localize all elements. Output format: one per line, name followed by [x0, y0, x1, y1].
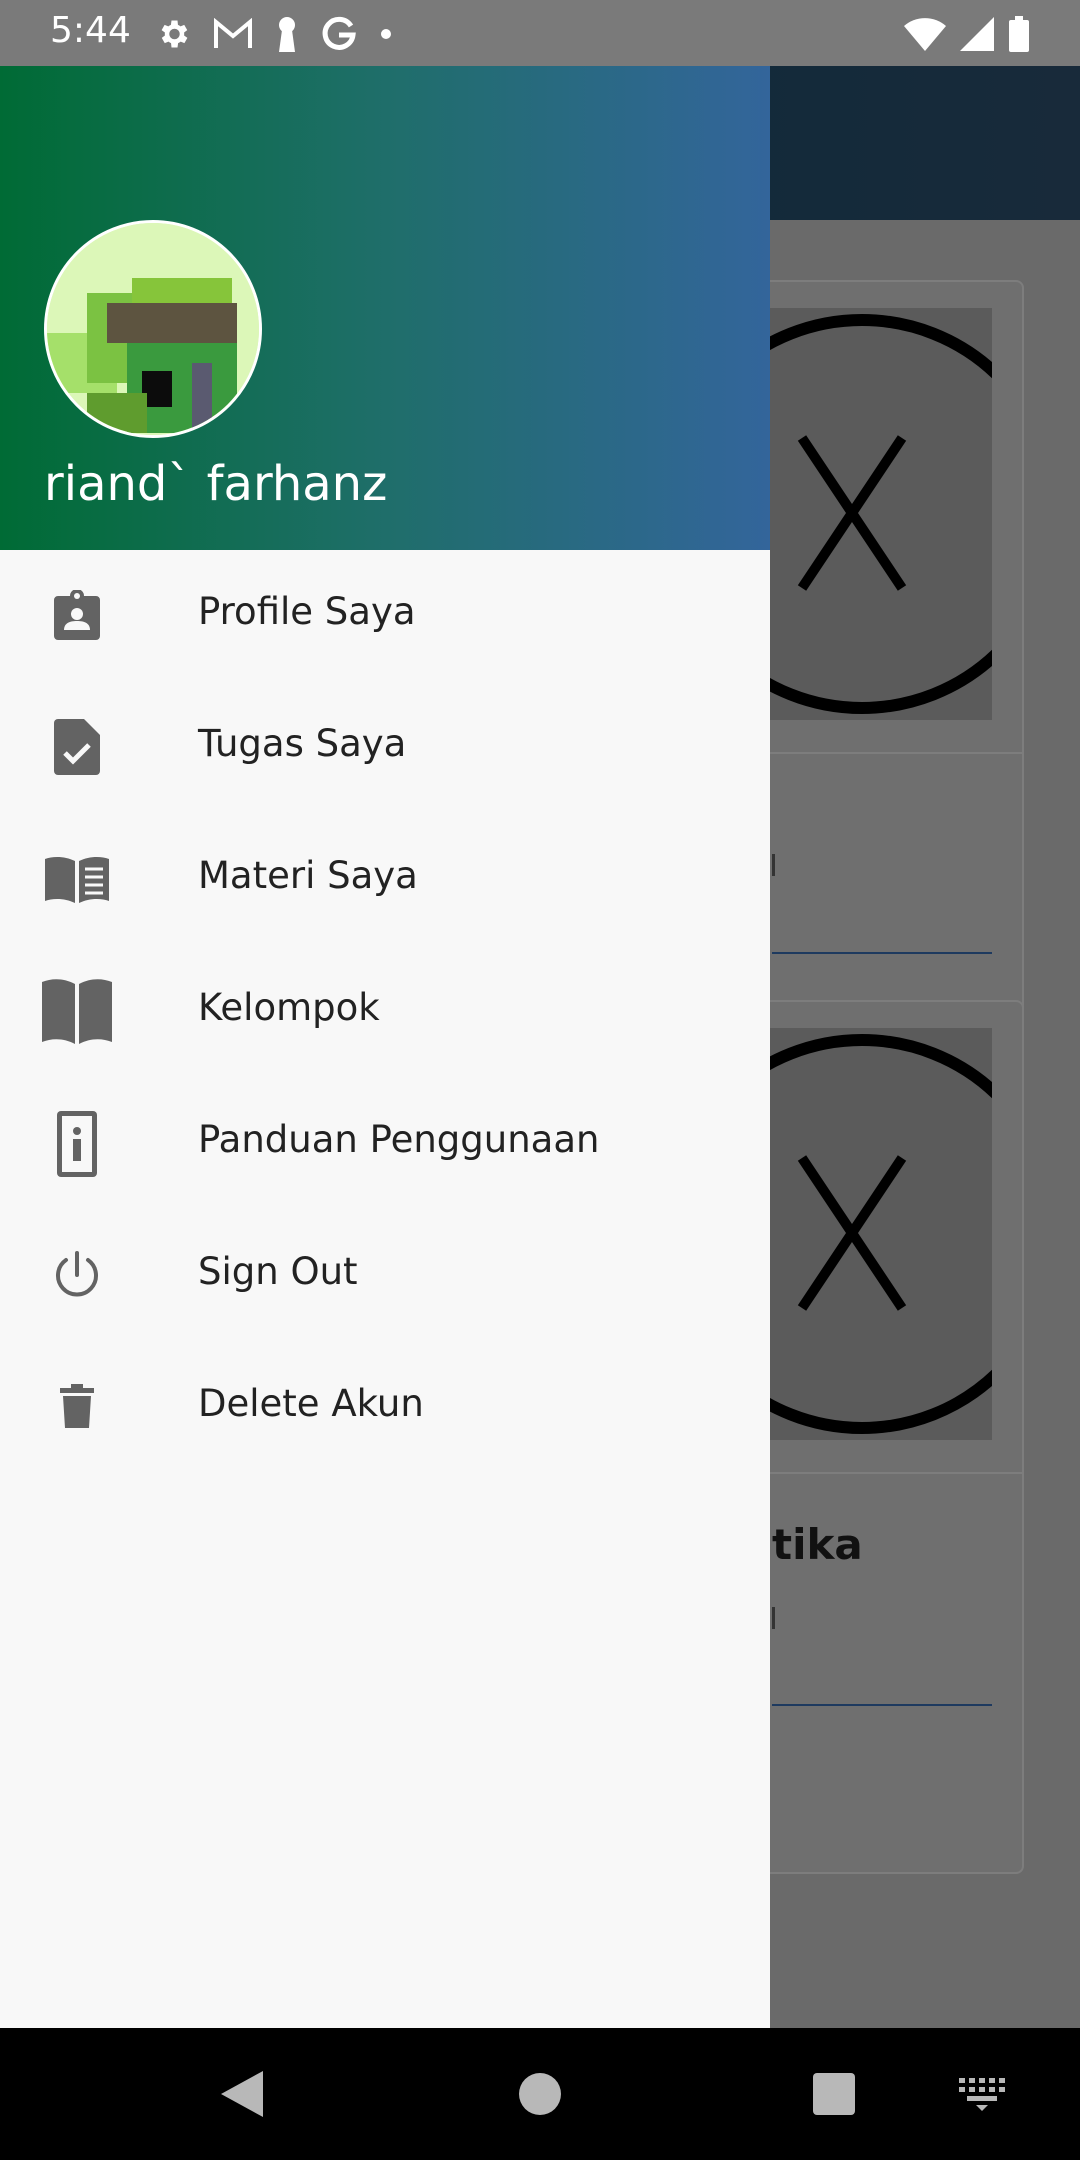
- status-icons-right: [904, 14, 1030, 54]
- google-icon: [321, 16, 357, 52]
- menu-item-kelompok[interactable]: Kelompok: [0, 946, 770, 1078]
- recents-icon[interactable]: [798, 2058, 870, 2130]
- gmail-icon: [213, 18, 253, 50]
- menu-label: Profile Saya: [198, 590, 416, 633]
- menu-item-sign-out[interactable]: Sign Out: [0, 1210, 770, 1342]
- navigation-drawer: riand` farhanz Profile Saya Tugas Saya M…: [0, 66, 770, 2028]
- avatar[interactable]: [44, 220, 262, 438]
- signal-icon: [960, 17, 994, 51]
- menu-label: Kelompok: [198, 986, 380, 1029]
- system-nav-bar: [0, 2028, 1080, 2160]
- home-icon[interactable]: [504, 2058, 576, 2130]
- menu-label: Delete Akun: [198, 1382, 424, 1425]
- menu-label: Tugas Saya: [198, 722, 407, 765]
- background-card-title: tika: [772, 1520, 863, 1569]
- status-time: 5:44: [50, 10, 131, 51]
- drawer-header: riand` farhanz: [0, 66, 770, 550]
- status-bar: 5:44: [0, 0, 1080, 66]
- dot-icon: [379, 27, 393, 41]
- menu-item-materi-saya[interactable]: Materi Saya: [0, 814, 770, 946]
- profile-badge-icon: [44, 582, 110, 648]
- user-name: riand` farhanz: [44, 456, 388, 512]
- keyhole-icon: [275, 16, 299, 52]
- book-open-icon: [42, 976, 112, 1046]
- task-document-icon: [44, 714, 110, 780]
- keyboard-icon[interactable]: [946, 2058, 1018, 2130]
- status-icons-left: [155, 14, 393, 54]
- menu-label: Materi Saya: [198, 854, 418, 897]
- back-icon[interactable]: [208, 2058, 280, 2130]
- menu-item-profile-saya[interactable]: Profile Saya: [0, 550, 770, 682]
- x-mark-icon: [797, 435, 907, 591]
- power-icon: [44, 1242, 110, 1308]
- info-document-icon: [44, 1104, 110, 1184]
- wifi-icon: [904, 17, 946, 51]
- x-mark-icon: [797, 1155, 907, 1311]
- open-book-lines-icon: [44, 846, 110, 912]
- menu-item-delete-akun[interactable]: Delete Akun: [0, 1342, 770, 1474]
- menu-item-panduan-penggunaan[interactable]: Panduan Penggunaan: [0, 1078, 770, 1210]
- menu-label: Panduan Penggunaan: [198, 1118, 600, 1161]
- gear-icon: [155, 16, 191, 52]
- battery-icon: [1008, 16, 1030, 52]
- trash-icon: [44, 1374, 110, 1440]
- menu-label: Sign Out: [198, 1250, 358, 1293]
- menu-item-tugas-saya[interactable]: Tugas Saya: [0, 682, 770, 814]
